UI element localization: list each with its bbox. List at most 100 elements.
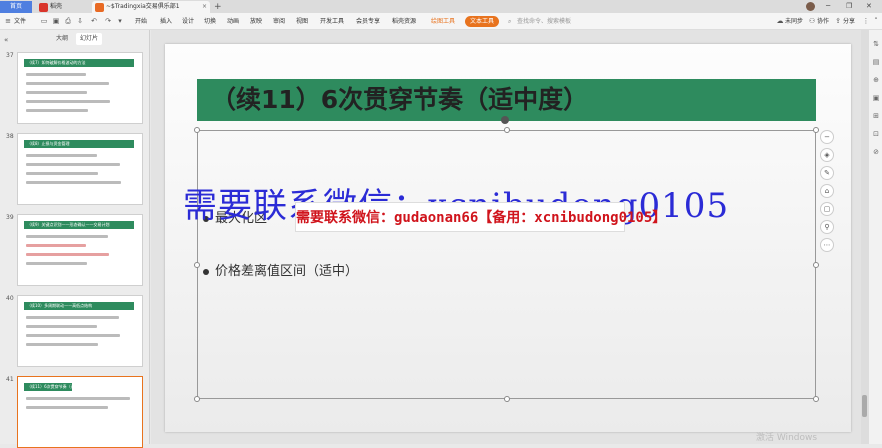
daoke-logo-icon [39, 3, 48, 12]
thumbnail-text-line [26, 334, 120, 337]
restore-button[interactable]: ❐ [846, 0, 852, 12]
slide-panel: « 大纲 幻灯片 37 （续7）如何破解价格波动的方法 38 （续8）止损与资金管理 3… [0, 30, 150, 448]
resize-handle[interactable] [813, 261, 819, 268]
menu-item[interactable]: 审阅 [273, 13, 285, 30]
format-icon[interactable]: ▤ [872, 58, 880, 66]
slide-number: 38 [6, 133, 14, 140]
thumbnail-text-line [26, 253, 109, 256]
grid-icon[interactable]: ⊞ [872, 112, 880, 120]
tab-close-icon[interactable]: × [202, 1, 207, 13]
slide-thumbnail[interactable]: （续8）止损与资金管理 [17, 133, 143, 205]
pen-icon[interactable]: ✎ [820, 166, 834, 180]
thumbnail-text-line [26, 163, 120, 166]
tools-icon[interactable]: ⊘ [872, 148, 880, 156]
tab-document-label: ~$Tradingxia交易俱乐部1 [106, 3, 180, 10]
collaborate-button[interactable]: 协作 [817, 13, 829, 30]
save-icon[interactable]: ▣ [52, 17, 60, 25]
menu-item[interactable]: 设计 [182, 13, 194, 30]
tab-daoke-label: 稻壳 [50, 3, 63, 10]
search-placeholder: 查找命令、搜索模板 [517, 18, 572, 25]
title-banner[interactable]: （续11）6次贯穿节奏（适中度） [197, 79, 816, 121]
shape-icon[interactable]: ⌂ [820, 184, 834, 198]
bullet-item[interactable]: 价格差离值区间（适中） [203, 260, 358, 279]
menu-item[interactable]: 切换 [204, 13, 216, 30]
window-close-button[interactable]: ✕ [866, 0, 872, 12]
menu-item[interactable]: 会员专享 [356, 13, 380, 30]
thumbnail-text-line [26, 262, 87, 265]
tab-outline[interactable]: 大纲 [52, 33, 72, 45]
slide-number: 39 [6, 214, 14, 221]
sort-icon[interactable]: ⇅ [872, 40, 880, 48]
right-sidebar: ⇅ ▤ ⊕ ▣ ⊞ ⊡ ⊘ [868, 30, 882, 444]
slide-thumbnail[interactable]: （续11）6次贯穿节奏（适中度） [17, 376, 143, 448]
slide-title[interactable]: （续11）6次贯穿节奏（适中度） [211, 79, 588, 121]
watermark-banner: 需要联系微信：gudaonan66【备用：xcnibudong0105】 [295, 202, 666, 232]
thumbnail-text-line [26, 109, 88, 112]
thumbnail-text-line [26, 73, 86, 76]
image-icon[interactable]: ▣ [872, 94, 880, 102]
thumbnail-text-line [26, 244, 86, 247]
slide-thumbnail[interactable]: （续10）多周期联动——高低点结构 [17, 295, 143, 367]
ribbon-collapse-icon[interactable]: ˄ [872, 17, 880, 25]
tab-drawing-tools[interactable]: 绘图工具 [426, 16, 460, 27]
zoom-out-icon[interactable]: − [820, 130, 834, 144]
layers-icon[interactable]: ◈ [820, 148, 834, 162]
menu-item[interactable]: 插入 [160, 13, 172, 30]
thumbnail-text-line [26, 82, 109, 85]
avatar[interactable] [806, 2, 815, 11]
slide[interactable]: （续11）6次贯穿节奏（适中度） 最大化区 价格差离值区间（适中） 需要联系微信… [165, 44, 851, 432]
menu-item[interactable]: 开始 [135, 13, 147, 30]
tab-daoke[interactable]: 稻壳 [36, 1, 88, 13]
bullet-dot-icon [203, 268, 209, 275]
resize-handle[interactable] [813, 127, 819, 133]
collapse-panel-icon[interactable]: « [4, 36, 8, 44]
thumbnail-text-line [26, 406, 108, 409]
thumbnail-text-line [26, 91, 87, 94]
thumbnail-text-line [26, 235, 108, 238]
menu-item[interactable]: 稻壳资源 [392, 13, 416, 30]
rotate-handle-icon[interactable] [501, 116, 509, 124]
print-icon[interactable]: ⎙ [64, 17, 72, 25]
slide-thumbnail[interactable]: （续7）如何破解价格波动的方法 [17, 52, 143, 124]
share-button[interactable]: 分享 [843, 13, 855, 30]
resize-handle[interactable] [813, 396, 819, 402]
resize-handle[interactable] [194, 261, 200, 268]
tab-document[interactable]: ~$Tradingxia交易俱乐部1 × [92, 1, 210, 13]
add-icon[interactable]: ⊕ [872, 76, 880, 84]
sync-status[interactable]: 未同步 [785, 13, 803, 30]
frame-icon[interactable]: ▢ [820, 202, 834, 216]
thumbnail-title: （续10）多周期联动——高低点结构 [24, 302, 134, 310]
export-icon[interactable]: ⇩ [76, 17, 84, 25]
menu-item[interactable]: 放映 [250, 13, 262, 30]
redo-icon[interactable]: ↷ [104, 17, 112, 25]
template-icon[interactable]: ⊡ [872, 130, 880, 138]
menu-item[interactable]: 动画 [227, 13, 239, 30]
resize-handle[interactable] [194, 127, 200, 133]
slide-thumbnail[interactable]: （续9）关键点识别——形态确认——交易计划 [17, 214, 143, 286]
file-menu[interactable]: 文件 [14, 13, 26, 30]
open-folder-icon[interactable]: ▭ [40, 17, 48, 25]
resize-handle[interactable] [194, 396, 200, 402]
slide-number: 41 [6, 376, 14, 383]
floating-toolbar: − ◈ ✎ ⌂ ▢ ⚲ ⋯ [820, 130, 834, 252]
command-search[interactable]: ⌕ 查找命令、搜索模板 [508, 16, 598, 27]
tab-home[interactable]: 首页 [0, 1, 32, 13]
menu-icon[interactable]: ≡ [4, 17, 12, 25]
customize-chevron-icon[interactable]: ▾ [116, 17, 124, 25]
new-tab-button[interactable]: + [214, 1, 224, 13]
search-icon: ⌕ [508, 18, 512, 25]
vertical-scrollbar[interactable] [861, 30, 868, 444]
tab-slides[interactable]: 幻灯片 [76, 33, 103, 45]
tab-text-tools[interactable]: 文本工具 [465, 16, 500, 27]
share-icon: ⇪ [835, 17, 841, 25]
locate-icon[interactable]: ⚲ [820, 220, 834, 234]
resize-handle[interactable] [503, 396, 510, 402]
minimize-button[interactable]: ─ [826, 0, 830, 12]
more-menu-icon[interactable]: ⋮ [862, 17, 870, 25]
more-icon[interactable]: ⋯ [820, 238, 834, 252]
scroll-thumb[interactable] [862, 395, 867, 417]
menu-item[interactable]: 视图 [296, 13, 308, 30]
undo-icon[interactable]: ↶ [90, 17, 98, 25]
resize-handle[interactable] [503, 127, 510, 133]
menu-item[interactable]: 开发工具 [320, 13, 344, 30]
